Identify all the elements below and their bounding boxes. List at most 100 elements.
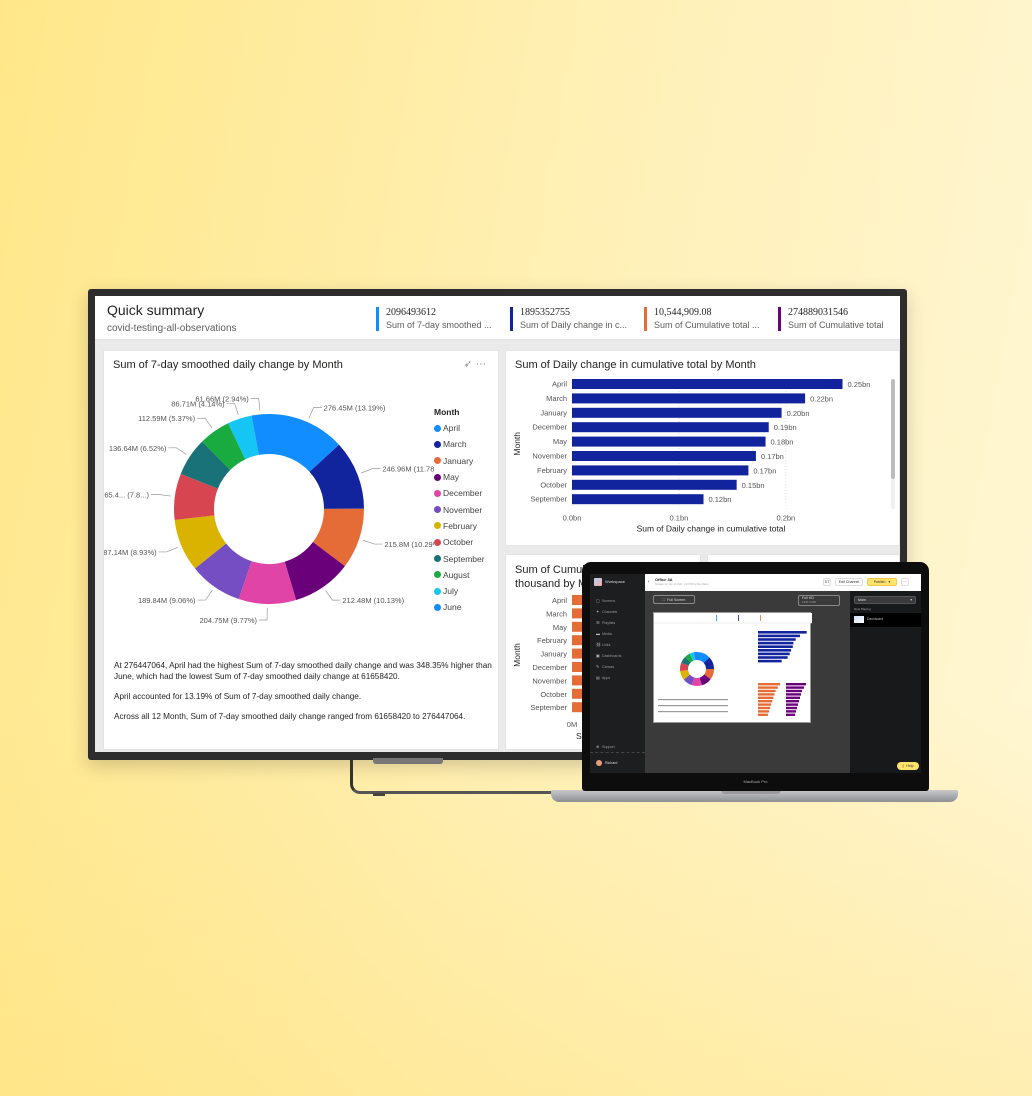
- back-icon[interactable]: ‹: [648, 579, 650, 585]
- kpi-value: 10,544,909.08: [654, 307, 712, 318]
- fullscreen-button[interactable]: ⛶ Full Screen: [653, 595, 695, 604]
- narrative-paragraph: April accounted for 13.19% of Sum of 7-d…: [114, 692, 362, 701]
- resolution-select[interactable]: Full HD 1920×1080: [798, 595, 840, 606]
- fullscreen-icon: ⛶: [662, 597, 666, 602]
- sidebar-item-dashboards[interactable]: ▣ Dashboards: [596, 653, 621, 658]
- legend-item-november[interactable]: November: [434, 501, 485, 517]
- legend-item-december[interactable]: December: [434, 485, 485, 501]
- sidebar-item-screens[interactable]: ▢ Screens: [596, 598, 615, 603]
- mini-bar: [786, 700, 799, 703]
- dt-button[interactable]: DT: [823, 578, 831, 586]
- mini-header: [654, 613, 812, 623]
- mini-bar: [758, 641, 794, 645]
- mini-text-line: [658, 705, 728, 707]
- help-button[interactable]: ▯ Help: [897, 762, 919, 770]
- mini-bar: [758, 656, 788, 659]
- mini-bar: [786, 683, 806, 686]
- bar-january[interactable]: [572, 407, 782, 418]
- sidebar-item-links[interactable]: ⛓ Links: [596, 642, 610, 647]
- signage-app: Workspace ▢ Screens ✦ Channels ☰ Playlists ▬ Me…: [590, 574, 921, 773]
- kpi-card[interactable]: 1895352755 Sum of Daily change in c...: [510, 307, 627, 331]
- sidebar-item-apps[interactable]: ▤ Apps: [596, 675, 610, 680]
- data-label: 0.15bn: [742, 481, 765, 490]
- y-tick-label: November: [532, 676, 567, 685]
- y-tick-label: January: [540, 408, 567, 417]
- sidebar-item-canvas[interactable]: ✎ Canvas: [596, 664, 614, 669]
- mini-bar: [758, 686, 778, 689]
- kpi-card[interactable]: 2096493612 Sum of 7-day smoothed ...: [376, 307, 492, 331]
- scrollbar-thumb[interactable]: [891, 379, 895, 479]
- sidebar-item-playlists[interactable]: ☰ Playlists: [596, 620, 615, 625]
- bar-september[interactable]: [572, 494, 704, 505]
- bar-february[interactable]: [572, 465, 749, 476]
- legend-item-may[interactable]: May: [434, 469, 485, 485]
- chevron-down-icon: ▾: [910, 598, 912, 602]
- data-label: 0.17bn: [753, 466, 776, 475]
- legend-label: February: [443, 520, 478, 531]
- report-header: Quick summary covid-testing-all-observat…: [95, 296, 900, 340]
- bar-march[interactable]: [572, 393, 806, 404]
- kpi-label: Sum of 7-day smoothed ...: [386, 320, 492, 330]
- legend-item-january[interactable]: January: [434, 453, 485, 469]
- playlist-item[interactable]: Dashboard: [850, 613, 921, 627]
- donut-chart-card[interactable]: Sum of 7-day smoothed daily change by Mo…: [103, 350, 499, 750]
- y-axis-title: Month: [512, 643, 522, 667]
- kpi-card[interactable]: 10,544,909.08 Sum of Cumulative total ..…: [644, 307, 760, 331]
- support-link[interactable]: ⊕ Support: [596, 744, 615, 749]
- edit-channel-button[interactable]: Edit Channel: [835, 578, 863, 586]
- mini-bar: [758, 700, 773, 703]
- leader-line: [259, 607, 268, 621]
- legend-item-february[interactable]: February: [434, 518, 485, 534]
- legend-marker: [434, 571, 441, 579]
- bar-december[interactable]: [572, 422, 769, 433]
- workspace-name[interactable]: Workspace: [605, 579, 625, 584]
- legend-label: March: [443, 439, 467, 450]
- bar-may[interactable]: [572, 436, 766, 447]
- mini-bar: [758, 645, 793, 648]
- sidebar-item-label: Links: [602, 642, 611, 647]
- kpi-label: Sum of Daily change in c...: [520, 320, 628, 330]
- sidebar-item-label: Channels: [602, 609, 618, 614]
- pin-visual-icon[interactable]: ➶: [464, 359, 476, 370]
- bar-october[interactable]: [572, 479, 737, 490]
- bar-chart-card[interactable]: Sum of Daily change in cumulative total …: [505, 350, 900, 546]
- data-label: 215.8M (10.29%): [384, 540, 434, 549]
- legend-item-march[interactable]: March: [434, 436, 485, 452]
- data-label: 61.66M (2.94%): [195, 394, 249, 403]
- kpi-value: 1895352755: [520, 307, 570, 318]
- y-tick-label: January: [540, 650, 567, 659]
- legend-item-april[interactable]: April: [434, 420, 485, 436]
- legend-marker: [434, 555, 441, 563]
- legend-item-june[interactable]: June: [434, 599, 485, 615]
- y-tick-label: September: [530, 495, 567, 504]
- publish-label: Publish: [873, 580, 886, 584]
- legend-item-september[interactable]: September: [434, 550, 485, 566]
- more-options-icon[interactable]: ⋯: [476, 359, 490, 370]
- mini-kpi-marker: [716, 615, 717, 621]
- card-title: Sum of Daily change in cumulative total …: [515, 359, 756, 371]
- legend-marker: [434, 522, 441, 530]
- scrollbar[interactable]: [891, 379, 895, 509]
- y-tick-label: December: [532, 423, 567, 432]
- x-tick-label: 0.2bn: [776, 514, 795, 523]
- mini-bar: [758, 649, 792, 652]
- bar-april[interactable]: [572, 379, 843, 389]
- data-label: 246.96M (11.78%): [382, 465, 434, 474]
- kpi-card[interactable]: 274889031546 Sum of Cumulative total: [778, 307, 884, 331]
- card-title: Sum of Cumula thousand by M: [515, 563, 591, 591]
- more-options-icon[interactable]: ⋯: [901, 578, 909, 586]
- legend-item-july[interactable]: July: [434, 583, 485, 599]
- mini-bar: [786, 696, 800, 699]
- publish-button[interactable]: Publish ▾: [867, 578, 897, 586]
- data-label: 187.14M (8.93%): [104, 548, 157, 557]
- sidebar-item-media[interactable]: ▬ Media: [596, 631, 612, 636]
- y-tick-label: March: [546, 609, 567, 618]
- sidebar-item-channels[interactable]: ✦ Channels: [596, 609, 617, 614]
- bar-november[interactable]: [572, 451, 756, 461]
- x-tick-label: 0.0bn: [563, 514, 582, 523]
- legend-item-october[interactable]: October: [434, 534, 485, 550]
- legend-marker: [434, 473, 441, 481]
- user-profile[interactable]: Richard: [596, 760, 617, 766]
- legend-item-august[interactable]: August: [434, 567, 485, 583]
- zone-select[interactable]: Main ▾: [854, 596, 916, 604]
